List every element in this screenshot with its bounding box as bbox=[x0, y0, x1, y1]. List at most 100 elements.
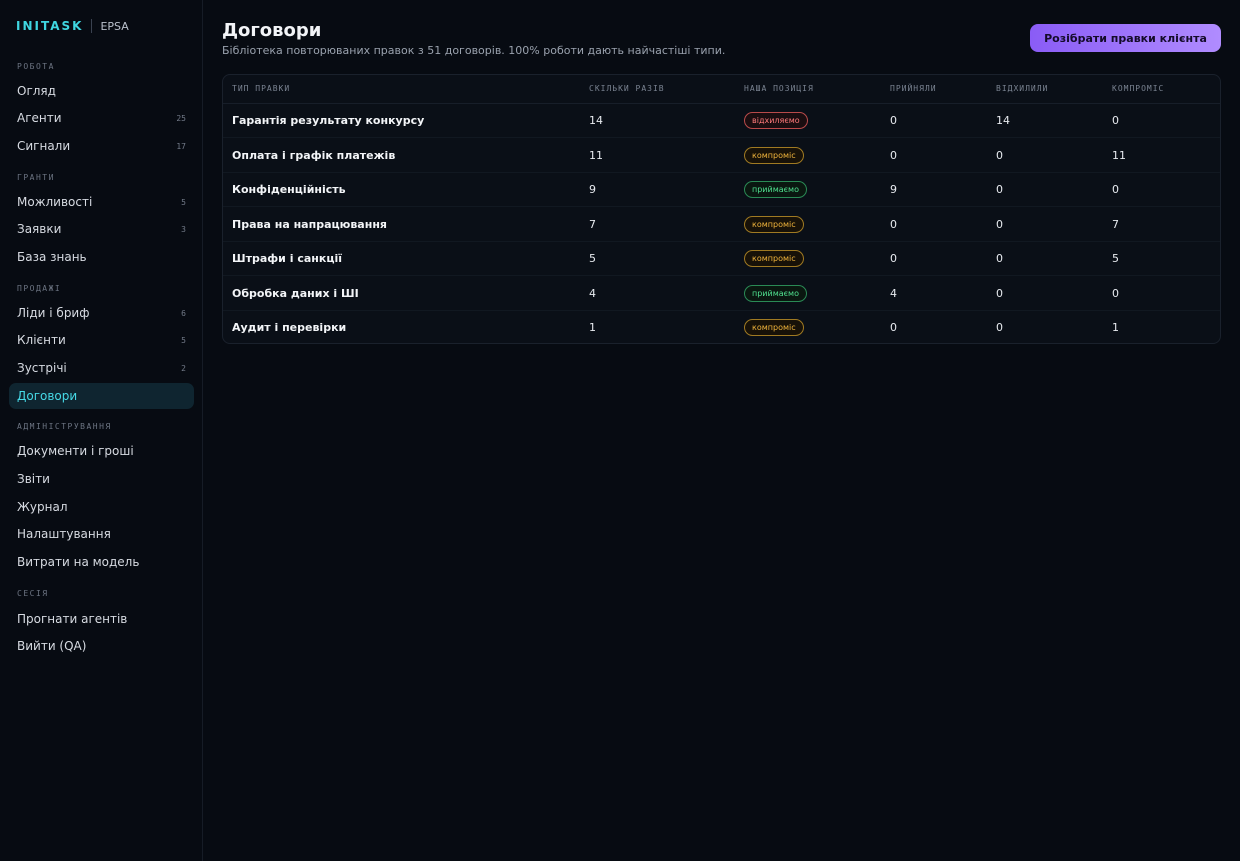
sidebar: INITASK EPSA РОБОТА Огляд Агенти 25 Сигнали 1… bbox=[0, 0, 203, 861]
column-header: КОМПРОМІС bbox=[1112, 84, 1165, 93]
column-header: ВІДХИЛИЛИ bbox=[996, 84, 1049, 93]
table-row[interactable]: Аудит і перевірки 1 компроміс 0 0 1 bbox=[223, 311, 1220, 343]
cell-rejected: 14 bbox=[996, 114, 1010, 127]
sidebar-item-label: Можливості bbox=[17, 195, 93, 209]
sidebar-item[interactable]: Вийти (QA) bbox=[9, 633, 194, 659]
cell-count: 14 bbox=[589, 114, 603, 127]
sidebar-item-count: 25 bbox=[176, 113, 186, 123]
position-badge: приймаємо bbox=[744, 284, 807, 302]
sidebar-item[interactable]: База знань bbox=[9, 244, 194, 270]
nav-section-title: СЕСІЯ bbox=[17, 589, 49, 598]
nav-section-title: ПРОДАЖІ bbox=[17, 284, 62, 293]
sidebar-item-label: Договори bbox=[17, 389, 78, 403]
cell-edit-type: Штрафи і санкції bbox=[232, 252, 343, 265]
page-subtitle: Бібліотека повторюваних правок з 51 дого… bbox=[222, 44, 726, 57]
cell-accepted: 0 bbox=[890, 217, 897, 231]
sidebar-item[interactable]: Договори bbox=[9, 383, 194, 409]
sidebar-item-label: Журнал bbox=[17, 500, 68, 514]
sidebar-item[interactable]: Ліди і бриф 6 bbox=[9, 300, 194, 326]
cell-compromise: 5 bbox=[1112, 252, 1119, 265]
brand[interactable]: INITASK EPSA bbox=[16, 18, 129, 34]
nav-section-title: РОБОТА bbox=[17, 62, 55, 71]
brand-subtitle: EPSA bbox=[100, 19, 129, 33]
sidebar-item-label: Ліди і бриф bbox=[17, 306, 90, 320]
sidebar-item-count: 6 bbox=[181, 308, 186, 318]
position-badge: компроміс bbox=[744, 215, 804, 233]
sidebar-item[interactable]: Журнал bbox=[9, 494, 194, 520]
review-client-edits-button[interactable]: Розібрати правки клієнта bbox=[1030, 24, 1221, 52]
sidebar-item-label: Звіти bbox=[17, 472, 50, 486]
sidebar-item[interactable]: Агенти 25 bbox=[9, 105, 194, 131]
cell-rejected: 0 bbox=[996, 286, 1003, 300]
column-header: СКІЛЬКИ РАЗІВ bbox=[589, 84, 665, 93]
sidebar-item[interactable]: Можливості 5 bbox=[9, 189, 194, 215]
cell-rejected: 0 bbox=[996, 148, 1003, 162]
table-row[interactable]: Гарантія результату конкурсу 14 відхиляємо… bbox=[223, 104, 1220, 138]
edits-table: ТИП ПРАВКИ СКІЛЬКИ РАЗІВ НАША ПОЗИЦІЯ ПРИЙН… bbox=[222, 74, 1221, 344]
sidebar-item-count: 5 bbox=[181, 335, 186, 345]
cell-compromise: 11 bbox=[1112, 148, 1126, 162]
position-badge: відхиляємо bbox=[744, 112, 808, 129]
sidebar-item[interactable]: Налаштування bbox=[9, 521, 194, 547]
cell-compromise: 0 bbox=[1112, 183, 1119, 196]
cell-rejected: 0 bbox=[996, 183, 1003, 196]
cell-compromise: 7 bbox=[1112, 217, 1119, 231]
sidebar-item[interactable]: Витрати на модель bbox=[9, 549, 194, 575]
cell-compromise: 1 bbox=[1112, 321, 1119, 334]
sidebar-item-label: Витрати на модель bbox=[17, 555, 140, 569]
sidebar-item[interactable]: Заявки 3 bbox=[9, 216, 194, 242]
sidebar-item-label: Заявки bbox=[17, 222, 62, 236]
cell-count: 11 bbox=[589, 148, 603, 162]
brand-divider bbox=[91, 19, 93, 33]
sidebar-item-count: 2 bbox=[181, 363, 186, 373]
cell-edit-type: Конфіденційність bbox=[232, 183, 346, 196]
cell-count: 1 bbox=[589, 321, 596, 334]
cell-accepted: 0 bbox=[890, 321, 897, 334]
sidebar-item-count: 17 bbox=[176, 141, 186, 151]
cell-count: 7 bbox=[589, 217, 596, 231]
cell-accepted: 4 bbox=[890, 286, 897, 300]
cell-rejected: 0 bbox=[996, 217, 1003, 231]
cell-count: 4 bbox=[589, 286, 596, 300]
sidebar-item[interactable]: Зустрічі 2 bbox=[9, 355, 194, 381]
table-row[interactable]: Оплата і графік платежів 11 компроміс 0 0 11 bbox=[223, 139, 1220, 173]
sidebar-item-label: Огляд bbox=[17, 84, 56, 98]
table-row[interactable]: Штрафи і санкції 5 компроміс 0 0 5 bbox=[223, 242, 1220, 276]
sidebar-item-label: Зустрічі bbox=[17, 361, 67, 375]
sidebar-item-label: Документи і гроші bbox=[17, 444, 134, 458]
column-header: ТИП ПРАВКИ bbox=[232, 84, 291, 93]
cell-edit-type: Права на напрацювання bbox=[232, 217, 387, 231]
sidebar-item[interactable]: Документи і гроші bbox=[9, 438, 194, 464]
sidebar-item-count: 3 bbox=[181, 224, 186, 234]
cell-rejected: 0 bbox=[996, 252, 1003, 265]
column-header: ПРИЙНЯЛИ bbox=[890, 84, 937, 93]
cell-edit-type: Гарантія результату конкурсу bbox=[232, 114, 425, 127]
brand-logo: INITASK bbox=[16, 19, 84, 33]
cell-count: 5 bbox=[589, 252, 596, 265]
sidebar-item[interactable]: Сигнали 17 bbox=[9, 133, 194, 159]
cell-accepted: 0 bbox=[890, 114, 897, 127]
sidebar-item[interactable]: Клієнти 5 bbox=[9, 327, 194, 353]
sidebar-item[interactable]: Прогнати агентів bbox=[9, 606, 194, 632]
cell-edit-type: Оплата і графік платежів bbox=[232, 148, 396, 162]
cell-compromise: 0 bbox=[1112, 114, 1119, 127]
table-row[interactable]: Права на напрацювання 7 компроміс 0 0 7 bbox=[223, 208, 1220, 242]
cell-rejected: 0 bbox=[996, 321, 1003, 334]
cell-edit-type: Аудит і перевірки bbox=[232, 321, 347, 334]
column-header: НАША ПОЗИЦІЯ bbox=[744, 84, 814, 93]
cell-accepted: 9 bbox=[890, 183, 897, 196]
position-badge: компроміс bbox=[744, 250, 804, 267]
cell-edit-type: Обробка даних і ШІ bbox=[232, 286, 359, 300]
position-badge: компроміс bbox=[744, 146, 804, 164]
sidebar-item[interactable]: Звіти bbox=[9, 466, 194, 492]
sidebar-item[interactable]: Огляд bbox=[9, 78, 194, 104]
sidebar-item-label: Вийти (QA) bbox=[17, 639, 87, 653]
cell-accepted: 0 bbox=[890, 252, 897, 265]
cell-accepted: 0 bbox=[890, 148, 897, 162]
cell-count: 9 bbox=[589, 183, 596, 196]
table-row[interactable]: Обробка даних і ШІ 4 приймаємо 4 0 0 bbox=[223, 277, 1220, 311]
sidebar-item-label: Налаштування bbox=[17, 527, 111, 541]
page-title: Договори bbox=[222, 20, 322, 41]
sidebar-item-label: Сигнали bbox=[17, 139, 71, 153]
table-row[interactable]: Конфіденційність 9 приймаємо 9 0 0 bbox=[223, 173, 1220, 207]
